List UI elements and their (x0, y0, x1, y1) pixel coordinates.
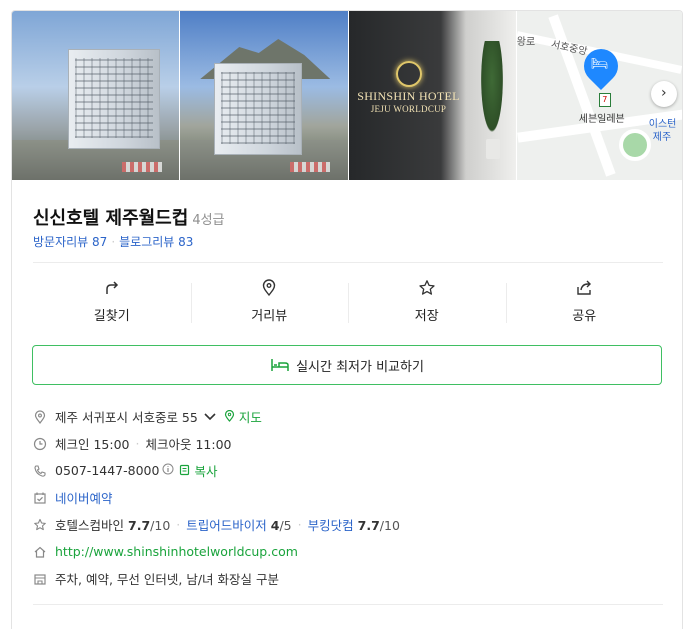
rating-max: /10 (150, 518, 171, 533)
hotel-sign: SHINSHIN HOTEL JEJU WORLDCUP (355, 61, 463, 114)
gallery-next-button[interactable]: › (650, 81, 677, 107)
hotel-building-illustration (214, 63, 303, 155)
photo-gallery: SHINSHIN HOTEL JEJU WORLDCUP 왕로 서호중앙 🛏 7… (12, 11, 682, 180)
star-outline-icon (33, 518, 53, 532)
location-pin-icon (263, 279, 276, 297)
divider (33, 262, 663, 263)
save-label: 저장 (414, 309, 439, 324)
chevron-down-icon[interactable] (204, 409, 216, 424)
copy-icon (180, 464, 190, 476)
map-thumbnail[interactable]: 왕로 서호중앙 🛏 7 세븐일레븐 이스턴 제주 › (516, 11, 682, 180)
checkin-row: 체크인 15:00 · 체크아웃 11:00 (33, 430, 673, 457)
roundabout (618, 129, 651, 161)
street-view-label: 거리뷰 (251, 309, 288, 324)
convenience-store-icon: 7 (598, 93, 611, 107)
detail-list: 제주 서귀포시 서호중로 55 지도 체크인 15:00 · 체크아웃 11:00 … (33, 403, 673, 592)
directions-label: 길찾기 (93, 309, 130, 324)
plant-pot (485, 139, 500, 159)
phone-icon (33, 464, 53, 478)
map-label-poi-2: 제주 (652, 132, 672, 143)
directions-button[interactable]: 길찾기 (33, 279, 191, 325)
building-icon (33, 572, 53, 586)
rating-tripadvisor[interactable]: 트립어드바이저 4/5 (186, 515, 291, 534)
rating-score: 7.7 (357, 518, 380, 533)
separator-dot: · (111, 235, 116, 249)
clock-icon (33, 437, 53, 451)
info-icon[interactable] (162, 463, 174, 478)
location-pin-icon (33, 409, 53, 424)
rating-hotelscombined[interactable]: 호텔스컴바인 7.7/10 (55, 515, 170, 534)
exterior-photo-2[interactable] (180, 11, 348, 180)
blog-review-label: 블로그리뷰 (119, 235, 175, 249)
map-label-road-name: 서호중앙 (549, 39, 588, 58)
map-pin-icon (224, 409, 234, 422)
lobby-photo[interactable]: SHINSHIN HOTEL JEJU WORLDCUP (348, 11, 516, 180)
separator-dot: · (176, 517, 181, 532)
naver-booking-link[interactable]: 네이버예약 (55, 488, 113, 507)
address-row: 제주 서귀포시 서호중로 55 지도 (33, 403, 673, 430)
save-button[interactable]: 저장 (348, 279, 506, 325)
plant-illustration (476, 41, 507, 151)
separator-dot: · (135, 436, 140, 451)
place-card: SHINSHIN HOTEL JEJU WORLDCUP 왕로 서호중앙 🛏 7… (11, 10, 683, 629)
booking-row: 네이버예약 (33, 484, 673, 511)
calendar-check-icon (33, 491, 53, 505)
place-title: 신신호텔 제주월드컵 (33, 208, 189, 229)
rating-site: 부킹닷컴 (307, 518, 354, 533)
rating-site: 트립어드바이저 (186, 518, 267, 533)
rating-score: 7.7 (128, 518, 151, 533)
street-view-button[interactable]: 거리뷰 (190, 279, 349, 325)
bed-icon (271, 359, 289, 371)
hotel-building-illustration (68, 49, 160, 149)
hotel-grade: 4성급 (192, 213, 225, 228)
star-icon (419, 280, 435, 295)
address-text: 제주 서귀포시 서호중로 55 (55, 410, 198, 425)
place-header: 신신호텔 제주월드컵 4성급 (33, 204, 225, 230)
divider (33, 604, 663, 605)
amenities-text: 주차, 예약, 무선 인터넷, 남/녀 화장실 구분 (55, 572, 279, 587)
copy-label: 복사 (194, 464, 218, 479)
visitor-review-link[interactable]: 방문자리뷰 87 (33, 235, 107, 249)
amenities-row: 주차, 예약, 무선 인터넷, 남/녀 화장실 구분 (33, 565, 673, 592)
map-label-road: 왕로 (516, 37, 536, 48)
map-label-store: 세븐일레븐 (578, 114, 625, 125)
phone-row: 0507-1447-8000 복사 (33, 457, 673, 484)
sign-line-2: JEJU WORLDCUP (370, 104, 447, 114)
checkin-time: 체크인 15:00 (55, 437, 130, 452)
website-link[interactable]: http://www.shinshinhotelworldcup.com (55, 544, 298, 559)
exterior-photo-1[interactable] (12, 11, 180, 180)
ratings-row: 호텔스컴바인 7.7/10 · 트립어드바이저 4/5 · 부킹닷컴 7.7/1… (33, 511, 673, 538)
hotel-logo-icon (395, 61, 422, 87)
compare-prices-label: 실시간 최저가 비교하기 (296, 359, 424, 375)
blog-review-count: 83 (178, 235, 194, 249)
review-links: 방문자리뷰 87 · 블로그리뷰 83 (33, 233, 193, 250)
checkout-time: 체크아웃 11:00 (145, 437, 232, 452)
separator-dot: · (297, 517, 302, 532)
action-bar: 길찾기 거리뷰 저장 공유 (33, 279, 663, 325)
sign-line-1: SHINSHIN HOTEL (357, 89, 460, 103)
rating-max: /10 (379, 518, 400, 533)
map-link-label: 지도 (238, 410, 262, 425)
share-button[interactable]: 공유 (505, 279, 664, 325)
website-row: http://www.shinshinhotelworldcup.com (33, 538, 673, 565)
home-icon (33, 545, 53, 559)
blog-review-link[interactable]: 블로그리뷰 83 (119, 235, 193, 249)
map-link[interactable]: 지도 (224, 407, 262, 426)
share-label: 공유 (572, 309, 597, 324)
copy-button[interactable]: 복사 (179, 461, 217, 480)
directions-icon (106, 281, 118, 294)
rating-booking[interactable]: 부킹닷컴 7.7/10 (308, 515, 400, 534)
bed-icon: 🛏 (590, 56, 609, 72)
phone-number[interactable]: 0507-1447-8000 (55, 463, 159, 478)
visitor-review-count: 87 (92, 235, 108, 249)
rating-site: 호텔스컴바인 (55, 518, 125, 533)
compare-prices-button[interactable]: 실시간 최저가 비교하기 (32, 345, 662, 385)
visitor-review-label: 방문자리뷰 (33, 235, 89, 249)
share-icon (577, 280, 592, 295)
rating-max: /5 (279, 518, 292, 533)
